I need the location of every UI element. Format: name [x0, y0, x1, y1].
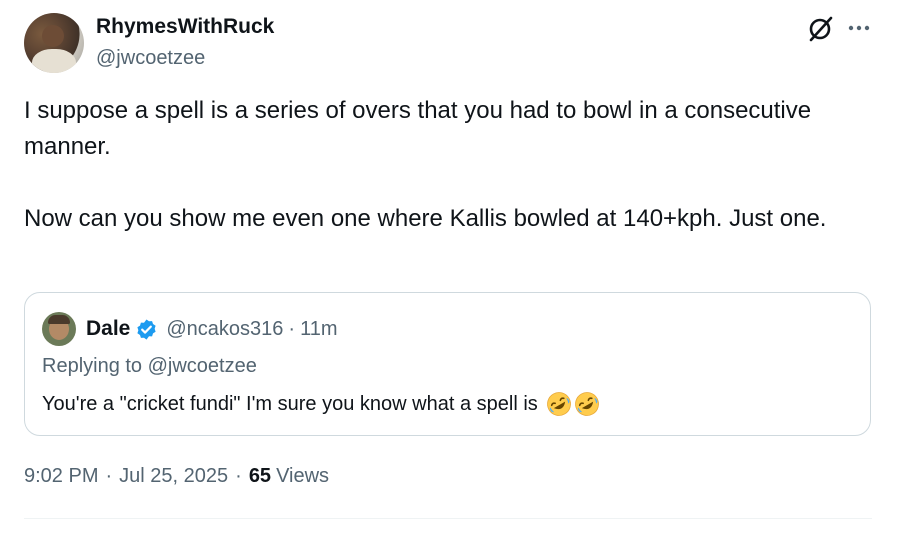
- separator-dot: ·: [235, 465, 242, 487]
- post-meta: 9:02 PM · Jul 25, 2025 · 65 Views: [24, 465, 329, 488]
- author-handle[interactable]: @jwcoetzee: [96, 47, 205, 70]
- rolling-on-floor-laughing-icon: [574, 392, 599, 416]
- quote-replying-to: Replying to @jwcoetzee: [42, 355, 257, 377]
- quote-display-name[interactable]: Dale: [86, 317, 130, 341]
- views-count: 65: [248, 465, 272, 487]
- quote-avatar[interactable]: [42, 312, 76, 346]
- tweet-text: I suppose a spell is a series of overs t…: [24, 93, 874, 237]
- verified-badge-icon: [137, 318, 156, 340]
- avatar-face: [42, 25, 64, 47]
- avatar-shirt: [32, 49, 76, 73]
- quote-time[interactable]: 11m: [300, 318, 337, 341]
- divider: [24, 518, 872, 519]
- grok-icon[interactable]: [806, 15, 834, 43]
- post: RhymesWithRuck @jwcoetzee I suppose a sp…: [0, 0, 904, 541]
- quote-header: Dale @ncakos316 · 11m: [86, 314, 338, 344]
- separator-dot: ·: [105, 465, 113, 487]
- author-display-name[interactable]: RhymesWithRuck: [96, 15, 274, 39]
- post-time[interactable]: 9:02 PM: [24, 465, 98, 488]
- quote-handle[interactable]: @ncakos316: [166, 318, 283, 341]
- views-label: Views: [276, 465, 330, 487]
- quote-text: You're a "cricket fundi" I'm sure you kn…: [42, 392, 538, 415]
- rolling-on-floor-laughing-icon: [546, 392, 571, 416]
- more-icon[interactable]: [846, 15, 872, 41]
- quoted-tweet-card[interactable]: Dale @ncakos316 · 11m Replying to @jwcoe…: [24, 292, 871, 436]
- avatar-hair: [48, 315, 70, 324]
- tweet-paragraph: I suppose a spell is a series of overs t…: [24, 97, 812, 160]
- tweet-paragraph: Now can you show me even one where Kalli…: [24, 205, 827, 232]
- author-avatar[interactable]: [24, 13, 84, 73]
- quote-text-row: You're a "cricket fundi" I'm sure you kn…: [42, 391, 600, 417]
- separator-dot: ·: [288, 317, 296, 340]
- post-date[interactable]: Jul 25, 2025: [119, 465, 228, 488]
